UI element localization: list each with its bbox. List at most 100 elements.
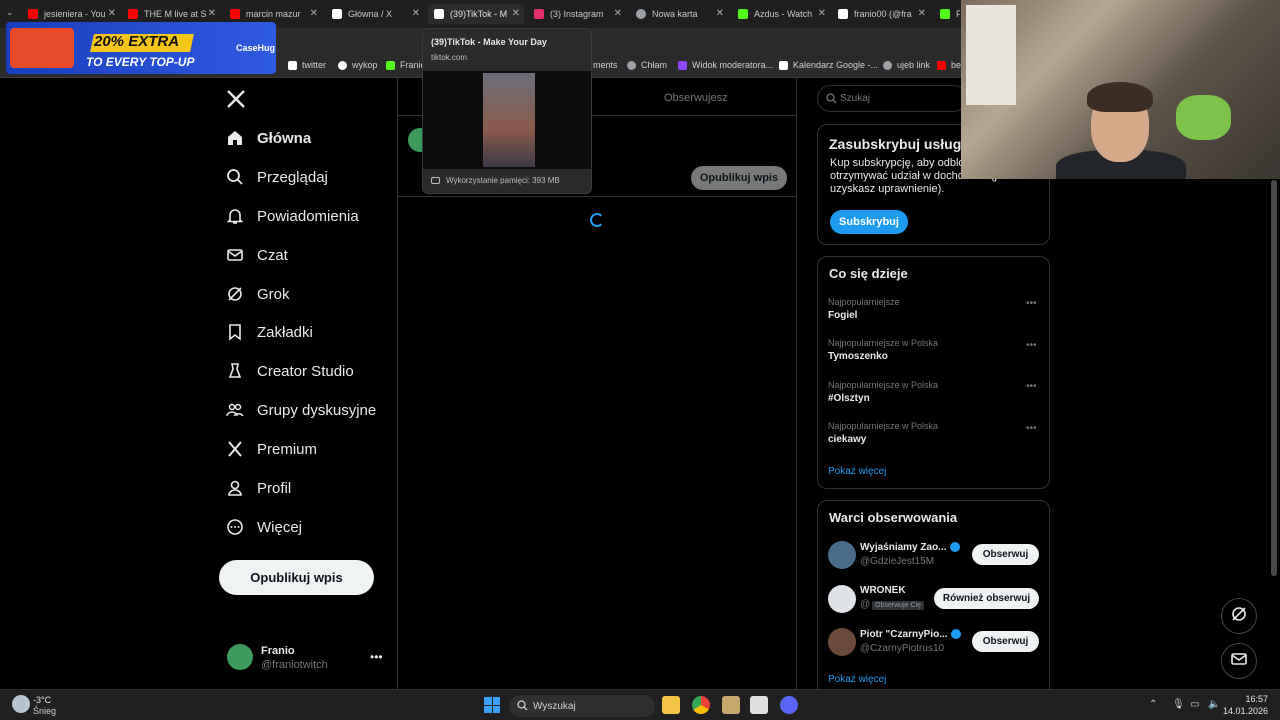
- follow-button[interactable]: Obserwuj: [972, 631, 1039, 652]
- publish-button[interactable]: Opublikuj wpis: [691, 166, 787, 190]
- weather-icon[interactable]: [12, 695, 30, 713]
- nav-communities[interactable]: Grupy dyskusyjne: [226, 396, 376, 424]
- close-icon[interactable]: ✕: [108, 8, 116, 19]
- clock-time[interactable]: 16:57: [1230, 694, 1268, 704]
- browser-tab[interactable]: (3) Instagram ✕: [534, 4, 626, 24]
- close-icon[interactable]: ✕: [614, 8, 622, 19]
- windows-start-icon[interactable]: [484, 697, 500, 713]
- trend-name[interactable]: #Olsztyn: [828, 393, 870, 404]
- bookmark[interactable]: ments: [593, 60, 618, 70]
- grok-float-button[interactable]: [1221, 598, 1257, 634]
- clock-date[interactable]: 14.01.2026: [1222, 706, 1268, 716]
- network-icon[interactable]: ▭: [1190, 699, 1199, 710]
- follow-button[interactable]: Obserwuj: [972, 544, 1039, 565]
- browser-tab-active[interactable]: (39)TikTok - M ✕: [428, 4, 524, 24]
- bookmark[interactable]: twitter: [288, 60, 326, 70]
- nav-chat[interactable]: Czat: [226, 241, 288, 269]
- tab-list-button[interactable]: ⌄: [6, 7, 14, 18]
- close-icon[interactable]: ✕: [208, 8, 216, 19]
- bookmark[interactable]: Widok moderatora...: [678, 60, 773, 70]
- trends-panel: Co się dzieje Najpopularniejsze Fogiel •…: [817, 256, 1050, 489]
- browser-tab[interactable]: jesieniera - You ✕: [28, 4, 120, 24]
- follows-you-badge: Obserwuje Cię: [872, 601, 925, 610]
- close-icon[interactable]: ✕: [918, 8, 926, 19]
- user-handle: @GdzieJest15M: [860, 556, 935, 567]
- nav-explore[interactable]: Przeglądaj: [226, 163, 328, 191]
- close-icon[interactable]: ✕: [310, 8, 318, 19]
- nav-notifications[interactable]: Powiadomienia: [226, 202, 359, 230]
- tab-following[interactable]: Obserwujesz: [664, 92, 728, 104]
- browser-tab[interactable]: Fr: [940, 4, 960, 24]
- avatar[interactable]: [227, 644, 253, 670]
- scrollbar[interactable]: [1271, 180, 1277, 576]
- nav-creator-studio[interactable]: Creator Studio: [226, 357, 354, 385]
- browser-tab[interactable]: marcin mazur ✕: [230, 4, 322, 24]
- volume-icon[interactable]: 🔈: [1208, 699, 1220, 710]
- more-options-icon[interactable]: •••: [370, 650, 383, 664]
- chrome-icon: [636, 9, 646, 19]
- trends-show-more-link[interactable]: Pokaż więcej: [828, 466, 886, 477]
- close-icon[interactable]: ✕: [716, 8, 724, 19]
- bookmark[interactable]: wykop: [338, 60, 378, 70]
- taskbar-search-input[interactable]: Wyszukaj: [509, 695, 655, 717]
- ad-banner[interactable]: 20% EXTRA TO EVERY TOP-UP CaseHug: [6, 22, 276, 74]
- bookmark[interactable]: Kalendarz Google -...: [779, 60, 878, 70]
- post-button[interactable]: Opublikuj wpis: [219, 560, 374, 595]
- more-options-icon[interactable]: •••: [1026, 381, 1037, 392]
- close-icon[interactable]: ✕: [512, 8, 520, 19]
- trend-name[interactable]: ciekawy: [828, 434, 866, 445]
- nav-label: Czat: [257, 246, 288, 264]
- trend-name[interactable]: Fogiel: [828, 310, 857, 321]
- nav-grok[interactable]: Grok: [226, 280, 290, 308]
- tab-title: Azdus - Watch: [754, 9, 813, 19]
- bookmark[interactable]: ujeb link: [883, 60, 930, 70]
- browser-tab[interactable]: Nowa karta ✕: [636, 4, 728, 24]
- nav-label: Więcej: [257, 518, 303, 536]
- more-options-icon[interactable]: •••: [1026, 340, 1037, 351]
- nav-bookmarks[interactable]: Zakładki: [226, 318, 313, 346]
- more-options-icon[interactable]: •••: [1026, 423, 1037, 434]
- x-logo-icon[interactable]: [225, 88, 247, 110]
- bookmark[interactable]: Chłam: [627, 60, 667, 70]
- taskbar-app-icon[interactable]: [750, 696, 768, 714]
- browser-tab[interactable]: THE M live at S ✕: [128, 4, 220, 24]
- tiktok-icon: [434, 9, 444, 19]
- subscribe-button[interactable]: Subskrybuj: [830, 210, 908, 234]
- more-icon: [226, 518, 244, 536]
- nav-profile[interactable]: Profil: [226, 474, 291, 502]
- close-icon[interactable]: ✕: [412, 8, 420, 19]
- chevron-up-icon[interactable]: ⌃: [1149, 699, 1157, 710]
- taskbar-app-icon[interactable]: [722, 696, 740, 714]
- avatar[interactable]: [828, 585, 856, 613]
- search-input[interactable]: Szukaj: [817, 85, 967, 112]
- trend-name[interactable]: Tymoszenko: [828, 351, 888, 362]
- chrome-icon[interactable]: [692, 696, 710, 714]
- who-to-follow-show-more-link[interactable]: Pokaż więcej: [828, 674, 886, 685]
- close-icon[interactable]: ✕: [818, 8, 826, 19]
- nav-home[interactable]: Główna: [226, 124, 311, 152]
- bookmark[interactable]: Franio: [386, 60, 426, 70]
- nav-premium[interactable]: Premium: [226, 435, 317, 463]
- avatar[interactable]: [828, 628, 856, 656]
- nav-more[interactable]: Więcej: [226, 513, 302, 541]
- browser-tab[interactable]: Azdus - Watch ✕: [738, 4, 830, 24]
- trend-category: Najpopularniejsze: [828, 297, 900, 307]
- bookmark[interactable]: be: [937, 60, 961, 70]
- file-explorer-icon[interactable]: [662, 696, 680, 714]
- browser-tab[interactable]: franio00 (@fra ✕: [838, 4, 930, 24]
- user-name[interactable]: Piotr "CzarnyPio...: [860, 629, 961, 640]
- user-name[interactable]: WRONEK: [860, 585, 906, 596]
- discord-icon[interactable]: [780, 696, 798, 714]
- avatar[interactable]: [828, 541, 856, 569]
- follow-back-button[interactable]: Również obserwuj: [934, 588, 1039, 609]
- microphone-icon[interactable]: 🎙: [1172, 699, 1185, 710]
- user-name[interactable]: Wyjaśniamy Zao...: [860, 542, 960, 553]
- messages-float-button[interactable]: [1221, 643, 1257, 679]
- nav-label: Profil: [257, 479, 292, 497]
- user-handle: @CzarnyPiotrus10: [860, 643, 945, 654]
- more-options-icon[interactable]: •••: [1026, 298, 1037, 309]
- cam-person-hair: [1087, 82, 1153, 112]
- kick-icon: [940, 9, 950, 19]
- trend-category: Najpopularniejsze w Polska: [828, 338, 939, 348]
- browser-tab[interactable]: Główna / X ✕: [332, 4, 424, 24]
